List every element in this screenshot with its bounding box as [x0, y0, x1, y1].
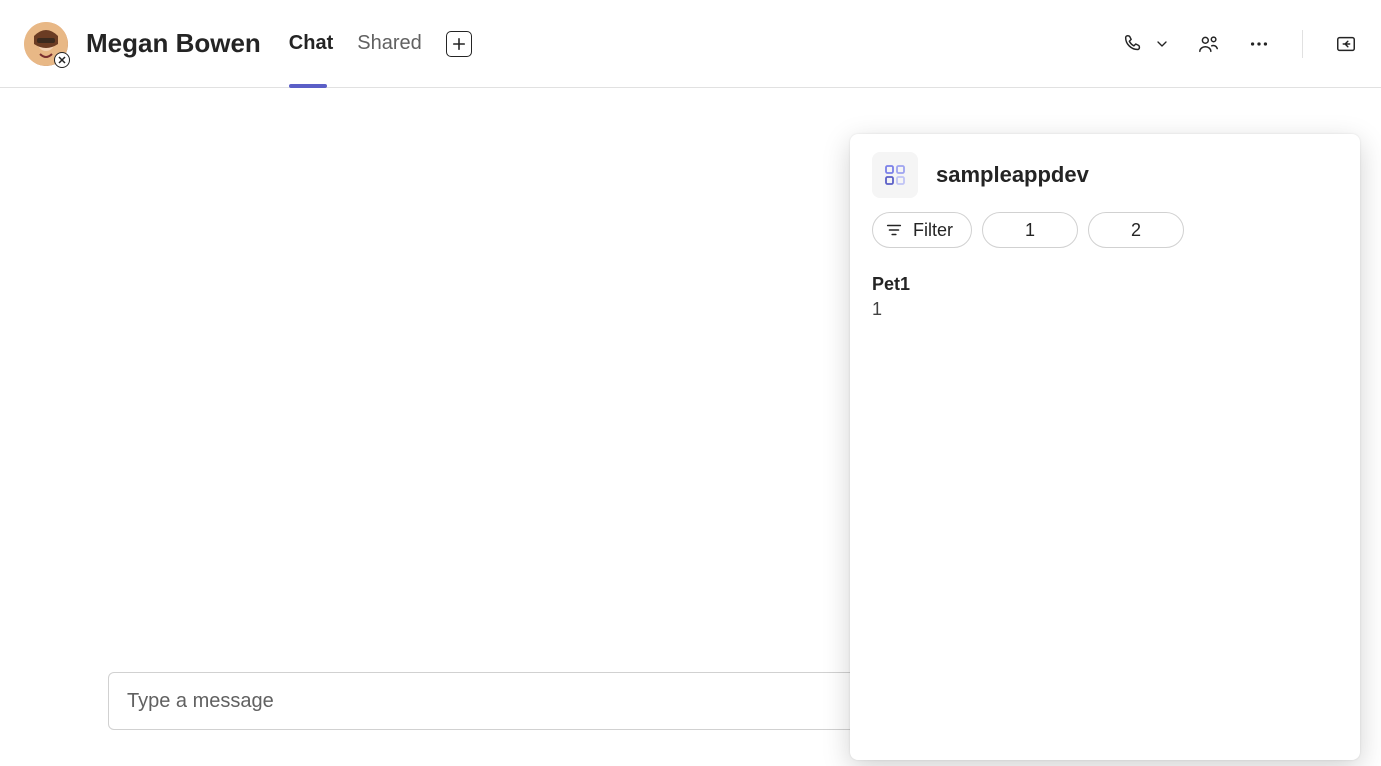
chat-body: sampleappdev Filter 1 2 Pet1 1	[0, 88, 1381, 766]
chip-label: 1	[1025, 220, 1035, 241]
popover-controls: Filter 1 2	[872, 212, 1338, 248]
chip-2[interactable]: 2	[1088, 212, 1184, 248]
add-tab-button[interactable]	[446, 31, 472, 57]
presence-offline-icon	[54, 52, 70, 68]
app-name: sampleappdev	[936, 162, 1089, 188]
popover-header: sampleappdev	[872, 152, 1338, 198]
tab-label: Chat	[289, 32, 333, 55]
result-subtitle: 1	[872, 299, 1338, 320]
app-grid-icon	[883, 163, 907, 187]
result-item[interactable]: Pet1 1	[872, 274, 1338, 320]
people-add-icon[interactable]	[1198, 33, 1220, 55]
header-tabs: Chat Shared	[289, 0, 472, 87]
filter-icon	[885, 221, 903, 239]
chat-header: Megan Bowen Chat Shared	[0, 0, 1381, 88]
phone-icon	[1122, 33, 1144, 55]
header-divider	[1302, 30, 1303, 58]
tab-label: Shared	[357, 32, 422, 55]
result-title: Pet1	[872, 274, 1338, 295]
contact-avatar[interactable]	[24, 22, 68, 66]
open-pane-icon[interactable]	[1335, 33, 1357, 55]
call-split-button[interactable]	[1122, 33, 1170, 55]
chevron-down-icon	[1154, 36, 1170, 52]
filter-label: Filter	[913, 220, 953, 241]
filter-button[interactable]: Filter	[872, 212, 972, 248]
more-options-icon[interactable]	[1248, 33, 1270, 55]
tab-shared[interactable]: Shared	[357, 0, 422, 87]
chip-1[interactable]: 1	[982, 212, 1078, 248]
messaging-extension-popover: sampleappdev Filter 1 2 Pet1 1	[850, 134, 1360, 760]
plus-icon	[452, 37, 466, 51]
contact-name[interactable]: Megan Bowen	[86, 28, 261, 59]
header-actions	[1122, 30, 1357, 58]
chip-label: 2	[1131, 220, 1141, 241]
app-icon-tile	[872, 152, 918, 198]
tab-chat[interactable]: Chat	[289, 0, 333, 87]
